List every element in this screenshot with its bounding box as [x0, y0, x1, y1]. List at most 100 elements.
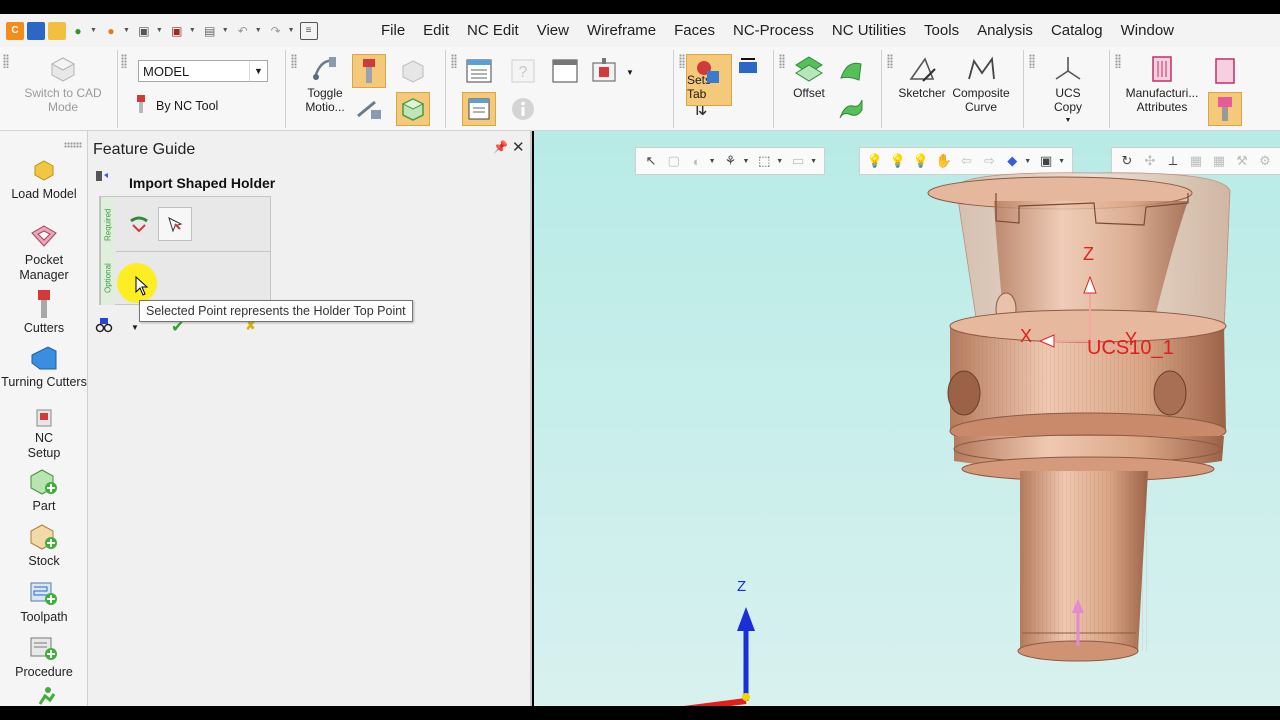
chevron-down-icon[interactable]: ▼	[1065, 114, 1072, 128]
show-part-toggle[interactable]	[396, 92, 430, 126]
menu-view[interactable]: View	[528, 14, 578, 47]
menu-file[interactable]: File	[372, 14, 414, 47]
attribute-cutter-button[interactable]	[1208, 92, 1242, 126]
group-grip[interactable]	[1029, 54, 1035, 68]
pocket-manager-button[interactable]: Pocket Manager	[0, 221, 88, 283]
by-nc-tool-button[interactable]: By NC Tool	[134, 95, 218, 116]
menu-nc-utilities[interactable]: NC Utilities	[823, 14, 915, 47]
list-view-button[interactable]	[462, 54, 496, 88]
window-icon	[552, 59, 578, 83]
show-fixture-toggle[interactable]	[352, 92, 386, 126]
screen-capture-icon[interactable]: ▣	[135, 22, 153, 40]
machine-sim-button[interactable]	[588, 54, 622, 88]
show-stock-toggle[interactable]	[396, 54, 430, 88]
load-model-button[interactable]: Load Model	[0, 155, 88, 202]
menu-faces[interactable]: Faces	[665, 14, 724, 47]
menu-analysis[interactable]: Analysis	[968, 14, 1042, 47]
clipboard-icon[interactable]: ▤	[201, 22, 219, 40]
surface-b-button[interactable]	[834, 92, 868, 126]
redo-icon[interactable]: ↷	[267, 22, 285, 40]
part-button[interactable]: Part	[0, 467, 88, 514]
open-folder-icon[interactable]	[48, 21, 66, 40]
part-cube-icon	[401, 98, 425, 121]
sets-manager-button[interactable]	[738, 56, 758, 77]
group-grip[interactable]	[451, 54, 457, 68]
new-globe-icon[interactable]: ●	[69, 22, 87, 40]
ucs-copy-button[interactable]: UCS Copy ▼	[1044, 54, 1092, 128]
toolpath-button[interactable]: Toolpath	[0, 578, 88, 625]
toolbar-grip[interactable]	[64, 142, 82, 148]
chevron-down-icon[interactable]: ▼	[255, 27, 262, 34]
chevron-down-icon[interactable]: ▼	[222, 27, 229, 34]
window-view-button[interactable]	[548, 54, 582, 88]
chevron-down-icon[interactable]: ▼	[131, 323, 139, 332]
optional-label: Optional	[100, 252, 115, 305]
import-icon[interactable]: ●	[102, 22, 120, 40]
chevron-down-icon[interactable]: ▼	[626, 68, 634, 77]
close-icon[interactable]: ✕	[512, 138, 525, 156]
fixture-icon	[357, 100, 381, 119]
chevron-down-icon[interactable]: ▼	[90, 27, 97, 34]
menu-wireframe[interactable]: Wireframe	[578, 14, 665, 47]
help-button[interactable]: ?	[506, 54, 540, 88]
sketcher-button[interactable]: Sketcher	[896, 54, 948, 100]
toolbox-label: Toolpath	[20, 610, 68, 624]
group-grip[interactable]	[3, 54, 9, 68]
model-select[interactable]: MODEL ▼	[138, 60, 268, 82]
chevron-down-icon[interactable]: ▼	[249, 61, 267, 81]
chevron-down-icon[interactable]: ▼	[123, 27, 130, 34]
chevron-down-icon[interactable]: ▼	[189, 27, 196, 34]
group-grip[interactable]	[887, 54, 893, 68]
offset-button[interactable]: Offset	[788, 54, 830, 100]
sketcher-label: Sketcher	[898, 86, 946, 100]
chevron-down-icon[interactable]: ▼	[156, 27, 163, 34]
stock-button[interactable]: Stock	[0, 522, 88, 569]
chevron-down-icon[interactable]: ▼	[288, 27, 295, 34]
holder-model-3d[interactable]	[534, 131, 1280, 706]
attribute-tool-icon	[1215, 58, 1235, 84]
report-button[interactable]	[462, 92, 496, 126]
window-list-icon[interactable]: ≡	[299, 21, 318, 40]
turning-cutters-button[interactable]: Turning Cutters	[0, 343, 88, 390]
toolbox-label: NC Setup	[27, 431, 61, 460]
toolbox-label: Procedure	[15, 665, 73, 679]
ribbon-group-model: MODEL ▼ By NC Tool	[118, 50, 286, 128]
nc-setup-button[interactable]: NC Setup	[0, 407, 88, 461]
pin-icon[interactable]: 📌	[493, 140, 508, 154]
menu-window[interactable]: Window	[1112, 14, 1183, 47]
quick-access-toolbar: C ● ▼ ● ▼ ▣ ▼ ▣ ▼ ▤ ▼ ↶ ▼ ↷ ▼ ≡	[0, 21, 372, 40]
cutters-button[interactable]: Cutters	[0, 289, 88, 336]
composite-curve-button[interactable]: Composite Curve	[948, 54, 1014, 114]
menu-catalog[interactable]: Catalog	[1042, 14, 1112, 47]
toolbox-label: Cutters	[23, 321, 65, 335]
switch-to-cad-mode-button[interactable]: Switch to CAD Mode	[14, 54, 112, 114]
sets-manager-icon	[739, 58, 757, 73]
manufacturing-attributes-button[interactable]: Manufacturi... Attributes	[1122, 54, 1202, 114]
cutter-icon	[29, 289, 59, 319]
group-grip[interactable]	[121, 54, 127, 68]
menu-nc-process[interactable]: NC-Process	[724, 14, 823, 47]
group-grip[interactable]	[291, 54, 297, 68]
show-tool-toggle[interactable]	[352, 54, 386, 88]
print-icon[interactable]: ▣	[168, 22, 186, 40]
group-grip[interactable]	[779, 54, 785, 68]
model-select-value: MODEL	[143, 64, 190, 79]
toggle-motion-button[interactable]: Toggle Motio...	[300, 54, 350, 114]
menu-edit[interactable]: Edit	[414, 14, 458, 47]
undo-icon[interactable]: ↶	[234, 22, 252, 40]
app-logo-icon[interactable]: C	[6, 21, 24, 40]
attribute-tool-button[interactable]	[1208, 54, 1242, 88]
menu-nc-edit[interactable]: NC Edit	[458, 14, 528, 47]
graphics-viewport[interactable]: ↖ ▢ ◐ ▼ ⚘ ▼ ⬚ ▼ ▭ ▼ 💡 💡 💡 ✋ ⇦ ⇨ ◆ ▼ ▣ ▼ ↻ ✣ ⟂ …	[534, 131, 1280, 706]
surface-a-button[interactable]	[834, 54, 868, 88]
group-grip[interactable]	[1115, 54, 1121, 68]
menu-tools[interactable]: Tools	[915, 14, 968, 47]
procedure-button[interactable]: Procedure	[0, 633, 88, 680]
select-point-step[interactable]	[158, 207, 192, 241]
sets-tab-button[interactable]: Sets Tab	[686, 54, 732, 106]
surface-icon	[839, 99, 863, 119]
select-holder-step[interactable]	[122, 207, 156, 241]
save-icon[interactable]	[27, 21, 45, 40]
preview-button[interactable]	[95, 317, 113, 336]
info-button[interactable]	[506, 92, 540, 126]
